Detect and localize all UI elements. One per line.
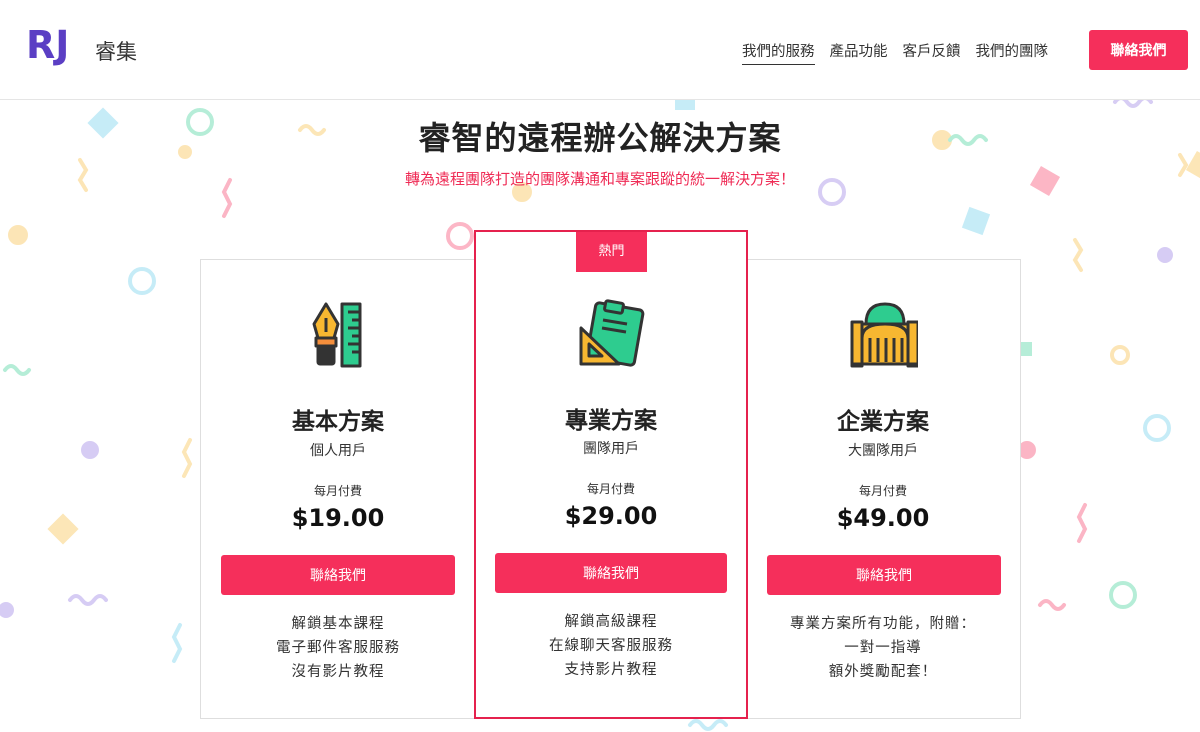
feature-item: 沒有影片教程	[291, 664, 385, 680]
plan-features: 專業方案所有功能，附贈： 一對一指導 額外獎勵配套！	[746, 612, 1020, 684]
feature-item: 一對一指導	[844, 640, 922, 656]
basic-contact-button[interactable]: 聯絡我們	[221, 555, 455, 595]
brand-name[interactable]: 睿集	[95, 36, 137, 66]
plan-features: 解鎖基本課程 電子郵件客服服務 沒有影片教程	[201, 612, 475, 684]
brand-logo-text: RJ	[26, 23, 69, 67]
plan-audience: 個人用戶	[310, 443, 366, 459]
building-icon	[850, 302, 918, 368]
feature-item: 解鎖高級課程	[564, 614, 658, 630]
plan-card-enterprise: 企業方案 大團隊用戶 每月付費 $49.00 聯絡我們 專業方案所有功能，附贈：…	[745, 259, 1021, 719]
main-nav: 我們的服務 產品功能 客戶反饋 我們的團隊	[742, 40, 1048, 65]
feature-item: 電子郵件客服服務	[276, 640, 400, 656]
pen-ruler-icon	[312, 302, 362, 368]
plan-audience: 團隊用戶	[583, 441, 639, 457]
pro-contact-button[interactable]: 聯絡我們	[495, 553, 727, 593]
clipboard-set-square-icon	[579, 299, 645, 367]
enterprise-contact-button[interactable]: 聯絡我們	[767, 555, 1001, 595]
brand-logo[interactable]: RJ	[26, 20, 78, 80]
plan-audience: 大團隊用戶	[848, 443, 918, 459]
plan-billing-period: 每月付費	[858, 484, 907, 498]
nav-item-features[interactable]: 產品功能	[830, 40, 888, 65]
feature-item: 額外獎勵配套！	[828, 664, 938, 680]
nav-item-feedback[interactable]: 客戶反饋	[903, 40, 961, 65]
plan-price: $49.00	[836, 504, 930, 532]
feature-item: 支持影片教程	[564, 662, 658, 678]
feature-item: 專業方案所有功能，附贈：	[790, 616, 976, 632]
plan-billing-period: 每月付費	[313, 484, 362, 498]
header-contact-button[interactable]: 聯絡我們	[1089, 30, 1188, 70]
page-subtitle: 轉為遠程團隊打造的團隊溝通和專案跟蹤的統一解決方案！	[404, 170, 795, 188]
plan-name: 基本方案	[292, 409, 384, 435]
plan-name: 企業方案	[837, 409, 929, 435]
plan-price: $29.00	[564, 502, 658, 530]
page-title: 睿智的遠程辦公解決方案	[418, 119, 782, 157]
plan-card-basic: 基本方案 個人用戶 每月付費 $19.00 聯絡我們 解鎖基本課程 電子郵件客服…	[200, 259, 476, 719]
top-navbar: RJ 睿集 我們的服務 產品功能 客戶反饋 我們的團隊 聯絡我們	[0, 0, 1200, 100]
plan-price: $19.00	[291, 504, 385, 532]
plan-card-pro: 熱門 專業方案 團隊用戶 每月付費 $29.00 聯絡我們 解鎖高級課程 在線聊…	[474, 230, 748, 719]
popular-badge: 熱門	[576, 232, 647, 272]
plan-features: 解鎖高級課程 在線聊天客服服務 支持影片教程	[476, 610, 746, 682]
nav-item-services[interactable]: 我們的服務	[742, 40, 815, 65]
feature-item: 在線聊天客服服務	[549, 638, 673, 654]
nav-item-team[interactable]: 我們的團隊	[976, 40, 1049, 65]
plan-billing-period: 每月付費	[586, 482, 635, 496]
plan-name: 專業方案	[565, 408, 657, 434]
feature-item: 解鎖基本課程	[291, 616, 385, 632]
